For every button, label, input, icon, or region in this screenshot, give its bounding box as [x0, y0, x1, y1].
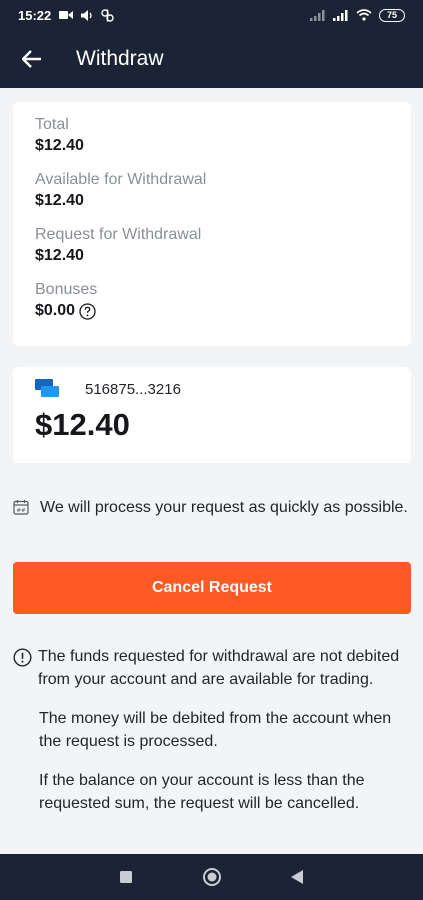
back-nav-button[interactable]	[255, 854, 341, 900]
process-text: We will process your request as quickly …	[40, 499, 408, 516]
total-row: Total $12.40	[35, 115, 389, 170]
status-right: 75	[310, 8, 405, 22]
available-value: $12.40	[35, 190, 389, 212]
recents-button[interactable]	[83, 854, 169, 900]
bonuses-amount: $0.00	[35, 302, 76, 319]
request-value: $12.40	[35, 245, 389, 267]
info-icon	[13, 648, 32, 672]
info-text-debited: The money will be debited from the accou…	[39, 710, 392, 750]
status-time: 15:22	[18, 7, 52, 23]
app-notification-icon	[101, 8, 114, 22]
home-button[interactable]	[169, 854, 255, 900]
total-label: Total	[35, 116, 69, 133]
square-icon	[119, 871, 132, 883]
bonuses-row: Bonuses $0.00	[35, 280, 389, 335]
available-amount: $12.40	[35, 192, 84, 209]
signal-icon	[333, 9, 349, 21]
system-nav-bar	[0, 854, 423, 900]
info-text-funds: The funds requested for withdrawal are n…	[38, 648, 400, 688]
main-content: Total $12.40 Available for Withdrawal $1…	[0, 88, 423, 854]
total-amount: $12.40	[35, 137, 84, 154]
status-left: 15:22	[18, 8, 114, 23]
circle-icon	[202, 868, 221, 886]
request-label: Request for Withdrawal	[35, 226, 202, 243]
battery-icon: 75	[379, 8, 405, 22]
available-label: Available for Withdrawal	[35, 171, 207, 188]
payment-method-row: 516875...3216	[35, 379, 389, 399]
payment-method-card: 516875...3216 $12.40	[13, 367, 411, 463]
info-row: The funds requested for withdrawal are n…	[13, 645, 411, 691]
withdrawal-amount: $12.40	[35, 407, 130, 442]
svg-text:##: ##	[16, 508, 26, 514]
video-camera-icon	[59, 10, 74, 20]
page-title: Withdraw	[76, 47, 164, 70]
request-amount: $12.40	[35, 247, 84, 264]
card-number: 516875...3216	[85, 380, 181, 398]
bonuses-label: Bonuses	[35, 281, 98, 298]
process-note: ## We will process your request as quick…	[13, 496, 411, 520]
bonuses-value: $0.00	[35, 300, 389, 322]
cancel-request-button[interactable]: Cancel Request	[13, 562, 411, 614]
arrow-left-icon	[22, 50, 41, 68]
volume-icon	[81, 9, 93, 21]
signal-icon	[310, 9, 326, 21]
available-row: Available for Withdrawal $12.40	[35, 170, 389, 225]
card-icon	[35, 379, 59, 399]
back-button[interactable]	[6, 30, 58, 88]
total-value: $12.40	[35, 135, 389, 157]
request-row: Request for Withdrawal $12.40	[35, 225, 389, 280]
status-bar: 15:22 75	[0, 0, 423, 30]
help-icon[interactable]	[79, 302, 96, 320]
triangle-back-icon	[291, 870, 303, 884]
info-text-balance: If the balance on your account is less t…	[39, 772, 365, 812]
summary-card: Total $12.40 Available for Withdrawal $1…	[13, 102, 411, 346]
wifi-icon	[356, 9, 372, 21]
info-block: The funds requested for withdrawal are n…	[13, 645, 411, 815]
calendar-icon: ##	[13, 499, 31, 520]
app-bar: Withdraw	[0, 30, 423, 88]
